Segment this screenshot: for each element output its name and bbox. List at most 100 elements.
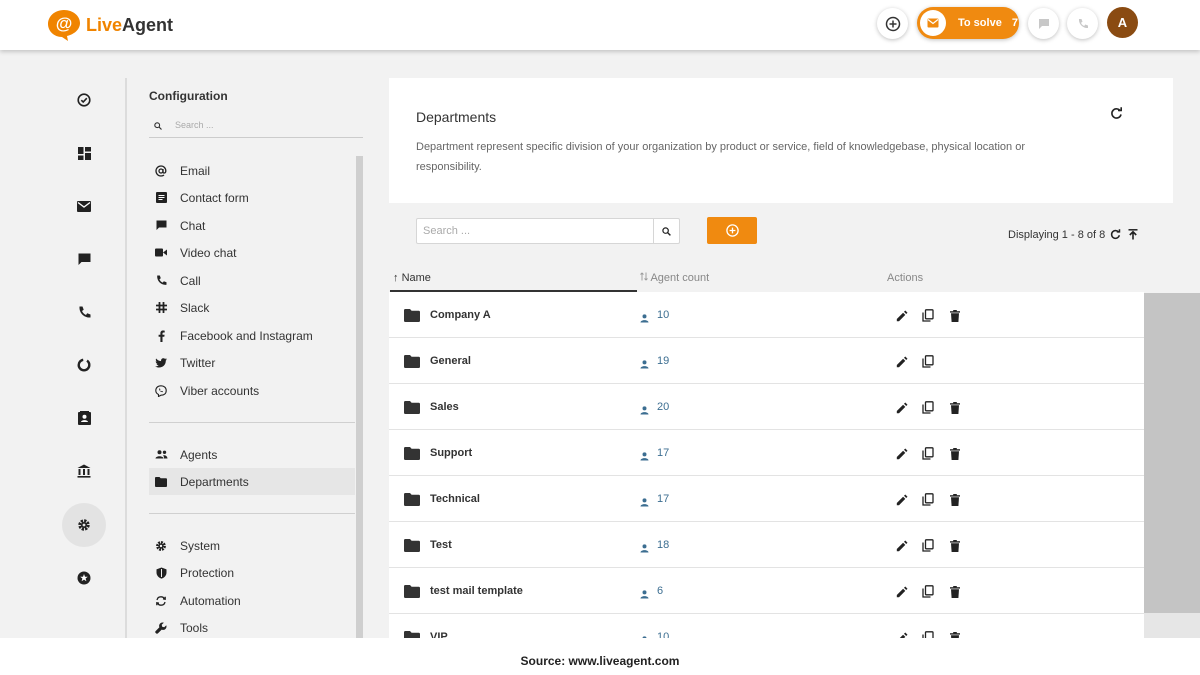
edit-icon[interactable] (896, 539, 908, 557)
menu-item-twitter[interactable]: Twitter (149, 349, 355, 376)
configuration-title: Configuration (149, 89, 228, 103)
edit-icon[interactable] (896, 493, 908, 511)
table-row[interactable]: Company A 10 (389, 292, 1144, 338)
to-solve-count: 7 (1011, 17, 1018, 29)
video-icon (154, 246, 168, 260)
copy-icon[interactable] (922, 401, 934, 419)
table-row[interactable]: General 19 (389, 338, 1144, 384)
rail-settings-icon[interactable] (62, 503, 106, 547)
department-name[interactable]: General (430, 355, 471, 367)
menu-item-chat[interactable]: Chat (149, 212, 355, 239)
department-name[interactable]: Test (430, 539, 452, 551)
refresh-button[interactable] (1110, 107, 1123, 125)
department-name[interactable]: test mail template (430, 585, 523, 597)
table-row[interactable]: Technical 17 (389, 476, 1144, 522)
rail-reports-icon[interactable] (62, 343, 106, 387)
table-row[interactable]: test mail template 6 (389, 568, 1144, 614)
delete-icon[interactable] (950, 447, 960, 465)
department-name[interactable]: VIP (430, 631, 448, 638)
menu-item-slack[interactable]: Slack (149, 294, 355, 321)
edit-icon[interactable] (896, 401, 908, 419)
copy-icon[interactable] (922, 493, 934, 511)
menu-item-video-chat[interactable]: Video chat (149, 239, 355, 266)
menu-item-label: Contact form (180, 190, 249, 205)
column-header-agent-count[interactable]: Agent count (640, 272, 709, 284)
menu-item-viber-accounts[interactable]: Viber accounts (149, 377, 355, 404)
copy-icon[interactable] (922, 355, 934, 373)
user-avatar[interactable]: A (1107, 7, 1138, 38)
arrow-to-top-icon (1128, 229, 1138, 240)
rail-company-icon[interactable] (62, 449, 106, 493)
configuration-scrollbar[interactable] (356, 156, 363, 640)
department-name[interactable]: Sales (430, 401, 459, 413)
delete-icon[interactable] (950, 401, 960, 419)
table-row[interactable]: Sales 20 (389, 384, 1144, 430)
agent-count[interactable]: 20 (657, 401, 669, 413)
copy-icon[interactable] (922, 309, 934, 327)
edit-icon[interactable] (896, 631, 908, 638)
edit-icon[interactable] (896, 355, 908, 373)
menu-item-tools[interactable]: Tools (149, 614, 355, 641)
grid-scrollbar-thumb[interactable] (1144, 293, 1200, 613)
delete-icon[interactable] (950, 585, 960, 603)
search-button[interactable] (653, 219, 679, 243)
chat-status-button[interactable] (1028, 8, 1059, 39)
agent-count[interactable]: 10 (657, 309, 669, 321)
agent-count[interactable]: 19 (657, 355, 669, 367)
agent-count[interactable]: 18 (657, 539, 669, 551)
rail-check-circle-icon[interactable] (62, 78, 106, 122)
menu-item-call[interactable]: Call (149, 267, 355, 294)
agent-count[interactable]: 17 (657, 447, 669, 459)
menu-item-facebook-instagram[interactable]: Facebook and Instagram (149, 322, 355, 349)
rail-star-icon[interactable] (62, 556, 106, 600)
scroll-to-top-button[interactable] (1128, 227, 1138, 245)
add-department-button[interactable] (707, 217, 757, 244)
delete-icon[interactable] (950, 309, 960, 327)
edit-icon[interactable] (896, 309, 908, 327)
copy-icon[interactable] (922, 539, 934, 557)
table-row[interactable]: VIP 10 (389, 614, 1144, 638)
edit-icon[interactable] (896, 585, 908, 603)
rail-chat-icon[interactable] (62, 237, 106, 281)
agent-count[interactable]: 10 (657, 631, 669, 638)
copy-icon[interactable] (922, 447, 934, 465)
delete-icon[interactable] (950, 539, 960, 557)
copy-icon[interactable] (922, 585, 934, 603)
liveagent-logo[interactable]: @ LiveAgent (46, 8, 173, 42)
call-status-button[interactable] (1067, 8, 1098, 39)
table-row[interactable]: Test 18 (389, 522, 1144, 568)
grid-refresh-button[interactable] (1110, 227, 1121, 245)
create-new-button[interactable] (877, 8, 908, 39)
menu-item-agents[interactable]: Agents (149, 441, 355, 468)
rail-mail-icon[interactable] (62, 184, 106, 228)
agent-count[interactable]: 6 (657, 585, 663, 597)
to-solve-button[interactable]: To solve 7 (917, 7, 1019, 39)
configuration-search-input[interactable]: Search ... (149, 116, 363, 138)
column-header-name[interactable]: ↑ Name (393, 272, 431, 284)
agent-count[interactable]: 17 (657, 493, 669, 505)
menu-item-label: Automation (180, 593, 241, 608)
menu-item-email[interactable]: Email (149, 157, 355, 184)
rail-dashboard-icon[interactable] (62, 131, 106, 175)
edit-icon[interactable] (896, 447, 908, 465)
rail-contacts-icon[interactable] (62, 396, 106, 440)
menu-item-protection[interactable]: Protection (149, 559, 355, 586)
svg-text:@: @ (56, 14, 73, 33)
department-name[interactable]: Company A (430, 309, 491, 321)
menu-item-system[interactable]: System (149, 532, 355, 559)
menu-item-departments[interactable]: Departments (149, 468, 355, 495)
department-name[interactable]: Technical (430, 493, 480, 505)
menu-item-automation[interactable]: Automation (149, 587, 355, 614)
table-row[interactable]: Support 17 (389, 430, 1144, 476)
menu-item-contact-form[interactable]: Contact form (149, 184, 355, 211)
grid-scrollbar-track[interactable] (1144, 613, 1200, 638)
departments-search-input[interactable]: Search ... (416, 218, 680, 244)
department-name[interactable]: Support (430, 447, 472, 459)
agent-icon (640, 540, 649, 558)
rail-phone-icon[interactable] (62, 290, 106, 334)
page-description: Department represent specific division o… (416, 141, 1025, 173)
menu-item-label: Protection (180, 565, 235, 580)
delete-icon[interactable] (950, 493, 960, 511)
delete-icon[interactable] (950, 631, 960, 638)
copy-icon[interactable] (922, 631, 934, 638)
